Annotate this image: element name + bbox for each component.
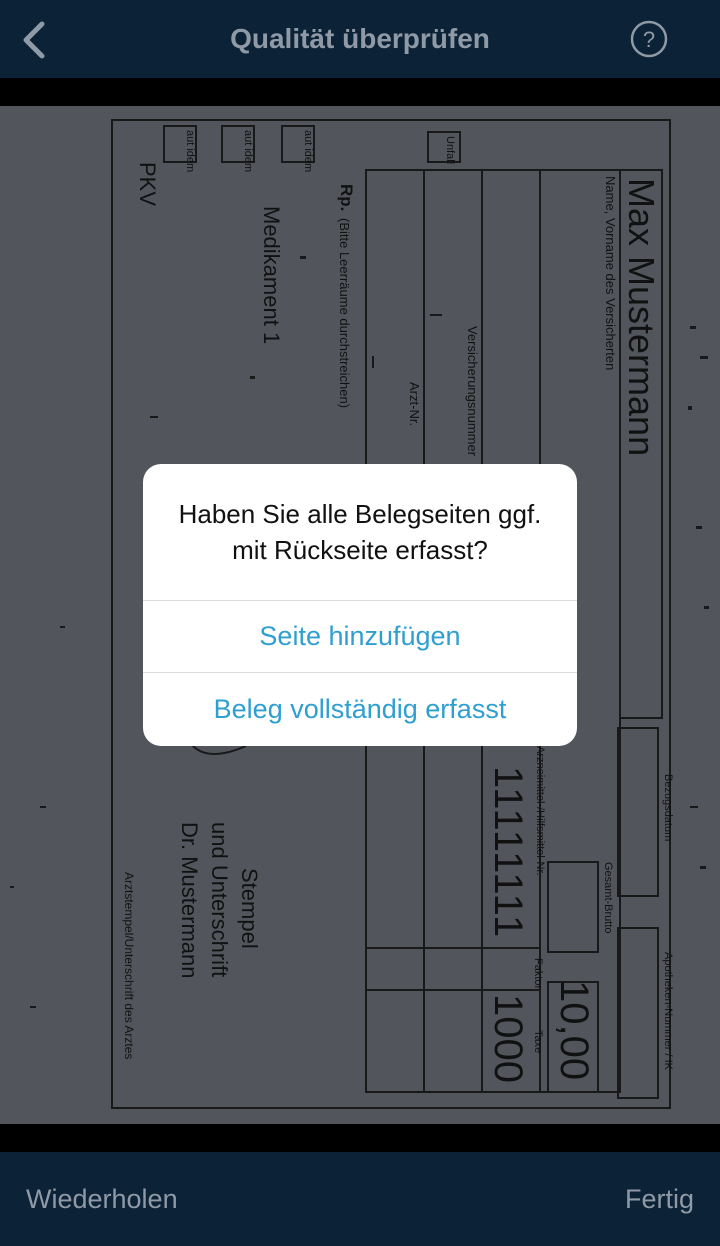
complete-receipt-button[interactable]: Beleg vollständig erfasst (143, 672, 577, 746)
confirmation-dialog: Haben Sie alle Belegseiten ggf. mit Rück… (143, 464, 577, 746)
svg-text:?: ? (643, 27, 655, 52)
done-button[interactable]: Fertig (625, 1152, 694, 1246)
retry-button[interactable]: Wiederholen (26, 1152, 178, 1246)
preview-border-bottom (0, 1124, 720, 1152)
help-button[interactable]: ? (630, 20, 668, 58)
bottom-toolbar: Wiederholen Fertig (0, 1152, 720, 1246)
add-page-button[interactable]: Seite hinzufügen (143, 600, 577, 672)
back-button[interactable] (18, 18, 58, 62)
navigation-bar: Qualität überprüfen ? (0, 0, 720, 78)
preview-border-top (0, 78, 720, 106)
help-icon: ? (630, 20, 668, 58)
chevron-left-icon (23, 21, 45, 59)
dialog-message: Haben Sie alle Belegseiten ggf. mit Rück… (178, 499, 542, 565)
page-title: Qualität überprüfen (230, 23, 490, 54)
